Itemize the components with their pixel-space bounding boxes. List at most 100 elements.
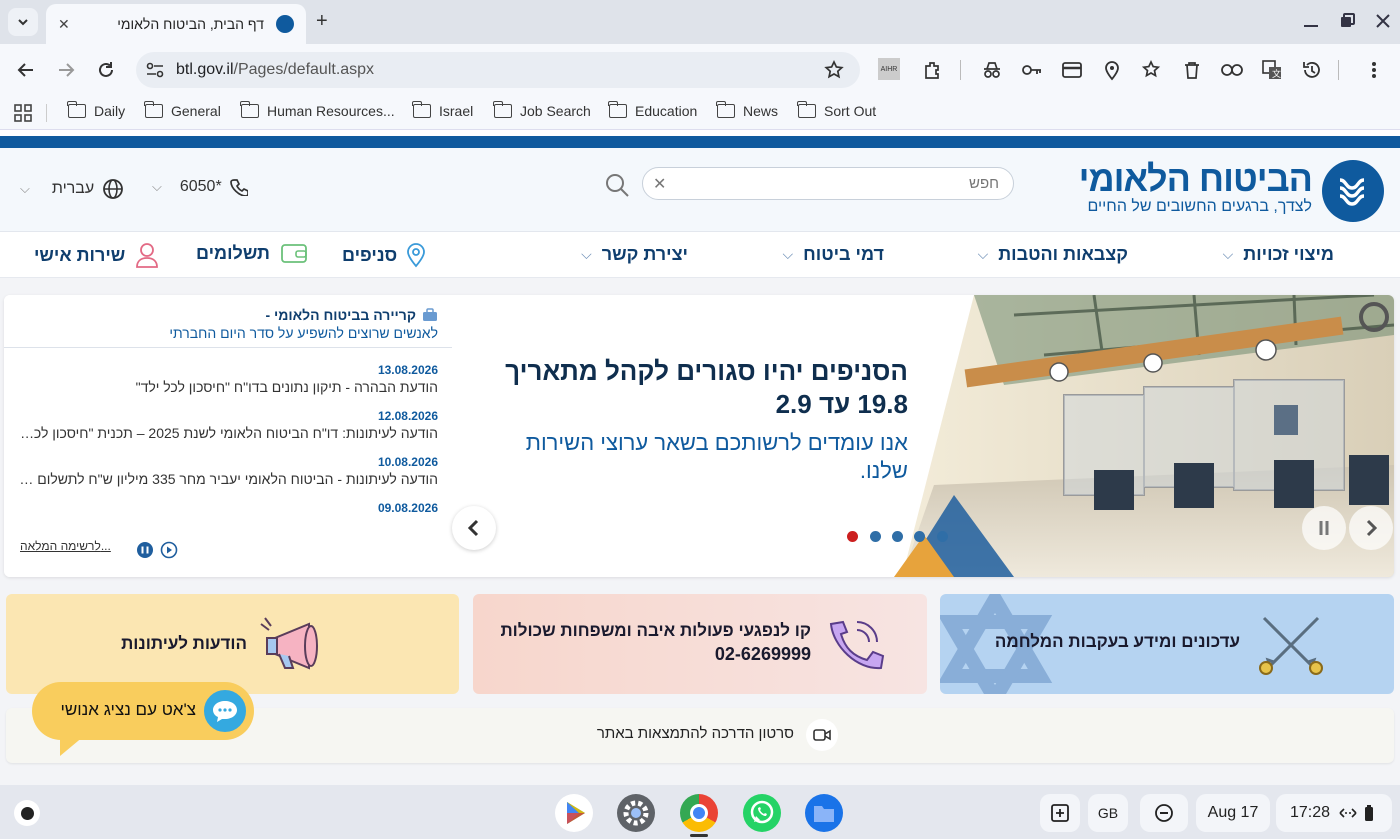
nav-branches[interactable]: סניפים <box>342 242 427 268</box>
os-shelf: GB Aug 17 17:28 <box>0 785 1400 839</box>
phone-contact[interactable]: ⌵ 6050* <box>152 178 248 196</box>
bookmark-human-resources[interactable]: Human Resources... <box>240 101 395 119</box>
card-press-releases[interactable]: הודעות לעיתונות <box>6 594 459 694</box>
link-icon[interactable] <box>1220 58 1244 82</box>
bookmark-news[interactable]: News <box>716 101 778 119</box>
whatsapp-icon[interactable] <box>743 794 781 832</box>
bookmark-general[interactable]: General <box>144 101 221 119</box>
carousel-prev-button[interactable] <box>452 506 496 550</box>
nav-insurance-fees[interactable]: דמי ביטוח ⌵ <box>783 244 884 265</box>
clear-search-icon[interactable]: ✕ <box>653 174 666 194</box>
nav-rights[interactable]: מיצוי זכויות ⌵ <box>1223 244 1334 265</box>
incognito-icon[interactable] <box>980 58 1004 82</box>
forward-icon[interactable] <box>54 58 78 82</box>
new-tab-button[interactable]: + <box>316 10 328 33</box>
launcher-icon[interactable] <box>14 800 40 826</box>
address-bar[interactable]: btl.gov.il/Pages/default.aspx <box>136 52 860 88</box>
hero-carousel: קריירה בביטוח הלאומי - לאנשים שרוצים להש… <box>4 295 1394 577</box>
carousel-pause-button[interactable] <box>1302 506 1346 550</box>
folder-icon <box>67 101 86 118</box>
carousel-dot-active[interactable] <box>847 531 858 542</box>
video-camera-icon <box>806 719 838 751</box>
settings-gear-icon[interactable] <box>617 794 655 832</box>
folder-icon <box>608 101 627 118</box>
folder-icon <box>240 101 259 118</box>
tab-close-icon[interactable]: ✕ <box>58 16 70 33</box>
status-area[interactable]: 17:28 <box>1276 794 1392 832</box>
globe-icon <box>103 179 124 199</box>
nav-benefits[interactable]: קצבאות והטבות ⌵ <box>978 244 1128 265</box>
news-play-icon[interactable] <box>160 541 178 564</box>
location-pin-icon[interactable] <box>1100 58 1124 82</box>
chevron-down-icon: ⌵ <box>152 179 162 194</box>
apps-grid-icon[interactable] <box>14 104 32 122</box>
card-war-updates[interactable]: עדכונים ומידע בעקבות המלחמה <box>940 594 1394 694</box>
nav-personal-service[interactable]: שירות אישי <box>34 242 159 268</box>
password-key-icon[interactable] <box>1020 58 1044 82</box>
news-item[interactable]: 09.08.2026 <box>18 501 438 517</box>
human-chat-button[interactable]: צ'אט עם נציג אנושי <box>32 682 254 756</box>
site-logo-title[interactable]: הביטוח הלאומי <box>1079 158 1313 200</box>
translate-icon[interactable]: 文 <box>1260 58 1284 82</box>
folder-icon <box>412 101 431 118</box>
news-header[interactable]: קריירה בביטוח הלאומי - לאנשים שרוצים להש… <box>169 307 438 341</box>
payment-card-icon[interactable] <box>1060 58 1084 82</box>
bookmark-israel[interactable]: Israel <box>412 101 473 119</box>
btl-logo-icon[interactable] <box>1322 160 1384 222</box>
news-item[interactable]: 12.08.2026 הודעה לעיתונות: דו"ח הביטוח הל… <box>18 409 438 441</box>
carousel-dot[interactable] <box>892 531 903 542</box>
hero-headline: הסניפים יהיו סגורים לקהל מתאריך 19.8 עד … <box>505 356 908 419</box>
close-window-icon[interactable] <box>1370 8 1396 34</box>
carousel-next-button[interactable] <box>1349 506 1393 550</box>
restore-icon[interactable] <box>1334 8 1360 34</box>
nav-payments[interactable]: תשלומים <box>196 242 308 264</box>
bookmarks-star-list-icon[interactable] <box>1140 58 1164 82</box>
svg-text:文: 文 <box>1272 68 1281 80</box>
web-page: הביטוח הלאומי לצדך, ברגעים החשובים של הח… <box>0 131 1400 785</box>
files-app-icon[interactable] <box>805 794 843 832</box>
carousel-dot[interactable] <box>937 531 948 542</box>
tab-strip: דף הבית, הביטוח הלאומי ✕ + <box>0 0 1400 44</box>
bookmark-star-icon[interactable] <box>824 60 844 85</box>
tab-search-button[interactable] <box>8 8 38 36</box>
full-list-link[interactable]: לרשימה המלאה... <box>20 539 111 553</box>
play-store-icon[interactable] <box>555 794 593 832</box>
trash-icon[interactable] <box>1180 58 1204 82</box>
extensions-icon[interactable] <box>920 58 944 82</box>
carousel-dot[interactable] <box>870 531 881 542</box>
site-search[interactable]: ✕ <box>642 167 1014 200</box>
bookmark-sort-out[interactable]: Sort Out <box>797 101 876 119</box>
chrome-icon[interactable] <box>680 794 718 832</box>
search-input[interactable] <box>693 168 1013 199</box>
battery-icon <box>1365 805 1374 821</box>
ime-indicator[interactable]: GB <box>1088 794 1128 832</box>
do-not-disturb-icon[interactable] <box>1140 794 1188 832</box>
bookmark-education[interactable]: Education <box>608 101 697 119</box>
search-icon[interactable] <box>604 172 630 203</box>
news-pause-icon[interactable] <box>136 541 154 564</box>
aihr-extension-icon[interactable]: AIHR <box>878 58 900 80</box>
site-info-icon[interactable] <box>146 62 164 83</box>
map-pin-icon <box>407 243 426 268</box>
news-item[interactable]: 10.08.2026 הודעה לעיתונות - הביטוח הלאומי… <box>18 455 438 487</box>
megaphone-icon <box>260 617 318 670</box>
news-item[interactable]: 13.08.2026 הודעת הבהרה - תיקון נתונים בדו… <box>18 363 438 395</box>
browser-tab[interactable]: דף הבית, הביטוח הלאומי ✕ <box>46 4 306 44</box>
history-icon[interactable] <box>1300 58 1324 82</box>
speech-tail-shape <box>60 736 84 756</box>
screenshot-tray-icon[interactable] <box>1040 794 1080 832</box>
date-display[interactable]: Aug 17 <box>1196 794 1270 832</box>
card-hotline[interactable]: קו לנפגעי פעולות איבה ומשפחות שכולות 02-… <box>473 594 927 694</box>
more-menu-icon[interactable] <box>1362 58 1386 82</box>
minimize-icon[interactable] <box>1298 8 1324 34</box>
wallet-icon <box>280 244 307 263</box>
language-selector[interactable]: ⌵ עברית <box>20 178 124 200</box>
back-icon[interactable] <box>14 58 38 82</box>
folder-icon <box>144 101 163 118</box>
bookmark-job-search[interactable]: Job Search <box>493 101 591 119</box>
browser-toolbar: btl.gov.il/Pages/default.aspx AIHR 文 <box>0 44 1400 96</box>
nav-contact[interactable]: יצירת קשר ⌵ <box>581 244 688 265</box>
bookmark-daily[interactable]: Daily <box>67 101 125 119</box>
reload-icon[interactable] <box>94 58 118 82</box>
carousel-dot[interactable] <box>914 531 925 542</box>
